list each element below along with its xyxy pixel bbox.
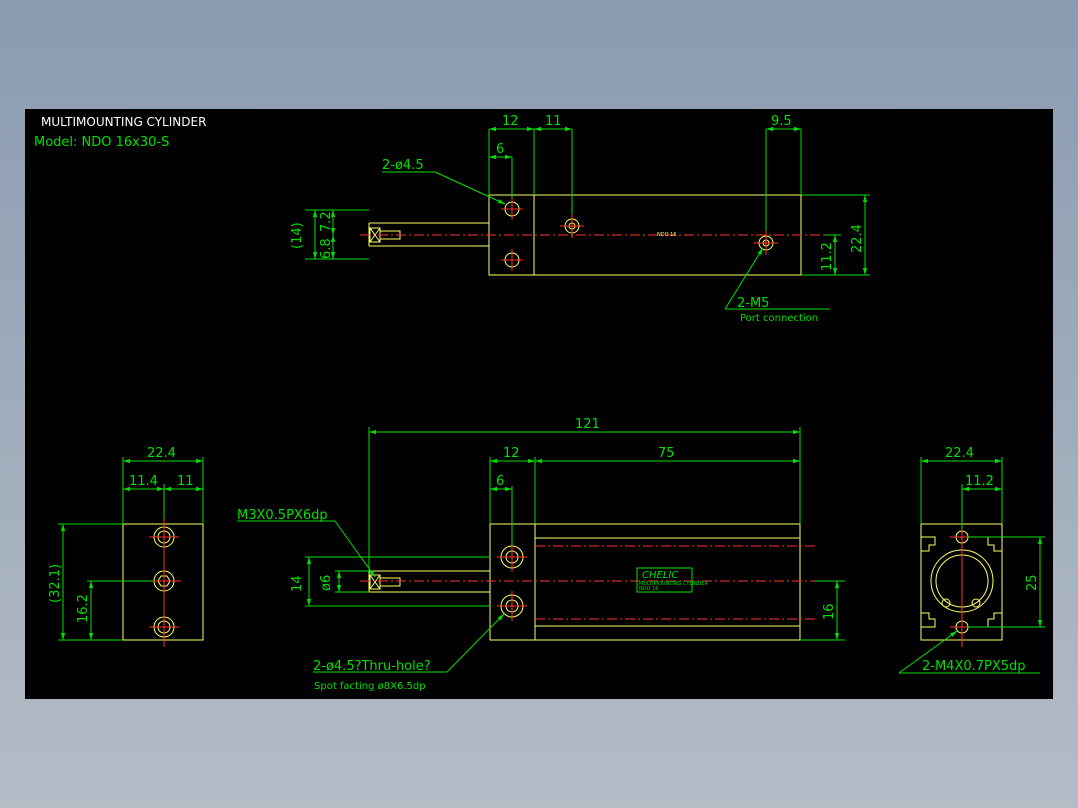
cad-viewport[interactable]: MULTIMOUNTING CYLINDER Model: NDO 16x30-…	[25, 109, 1053, 699]
brand-label: CHELIC	[642, 570, 678, 581]
port-note: Port connection	[740, 313, 818, 324]
top-hole-callout: 2-ø4.5	[382, 158, 424, 173]
body-label: NDO 16	[657, 232, 676, 238]
top-dim-14: (14)	[290, 222, 305, 249]
left-end-block	[122, 523, 204, 641]
left-dim-32-1: (32.1)	[48, 564, 63, 603]
front-hole-callout: 2-ø4.5?Thru-hole?	[313, 659, 431, 674]
right-view: 22.4 11.2 25 2-M4X0.7PX5dp	[898, 446, 1045, 674]
left-dim-11: 11	[177, 474, 194, 489]
front-dim-14: 14	[290, 575, 305, 592]
top-dim-12: 12	[502, 114, 519, 129]
top-dim-11: 11	[545, 114, 562, 129]
top-dim-22-4: 22.4	[850, 224, 865, 253]
front-dim-12: 12	[503, 446, 520, 461]
front-dim-121: 121	[575, 417, 600, 432]
spot-facing-note: Spot facting ø8X6.5dp	[314, 681, 426, 692]
front-view: CHELIC MULTIMOUNTING CYLINDER NDO 16 121…	[237, 417, 845, 692]
top-dim-6-8: 6.8	[319, 238, 334, 259]
right-dim-22-4: 22.4	[945, 446, 974, 461]
front-dim-6: 6	[496, 474, 504, 489]
right-dim-11-2: 11.2	[965, 474, 994, 489]
left-dim-22-4: 22.4	[147, 446, 176, 461]
top-view: NDO 16 12 11 6 9.5 2-ø4.5 (14) 7.2 6.8 1…	[290, 114, 870, 324]
right-thread-callout: 2-M4X0.7PX5dp	[922, 659, 1026, 674]
top-dim-7-2: 7.2	[319, 211, 334, 232]
top-dim-6: 6	[496, 142, 504, 157]
right-dim-25: 25	[1025, 574, 1040, 591]
drawing-title: MULTIMOUNTING CYLINDER	[41, 115, 206, 129]
front-dim-16: 16	[822, 603, 837, 620]
front-dim-75: 75	[658, 446, 675, 461]
left-view: 22.4 11.4 11 (32.1) 16.2	[48, 446, 204, 647]
rod-thread-callout: M3X0.5PX6dp	[237, 508, 328, 523]
model-label: Model: NDO 16x30-S	[34, 135, 169, 150]
drawing-canvas: MULTIMOUNTING CYLINDER Model: NDO 16x30-…	[34, 114, 1045, 692]
svg-text:NDO 16: NDO 16	[639, 586, 658, 592]
top-dim-9-5: 9.5	[771, 114, 792, 129]
front-dim-phi6: ø6	[319, 575, 334, 591]
top-dim-11-2: 11.2	[820, 242, 835, 271]
left-dim-11-4: 11.4	[129, 474, 158, 489]
left-dim-16-2: 16.2	[76, 594, 91, 623]
port-callout: 2-M5	[737, 296, 769, 311]
